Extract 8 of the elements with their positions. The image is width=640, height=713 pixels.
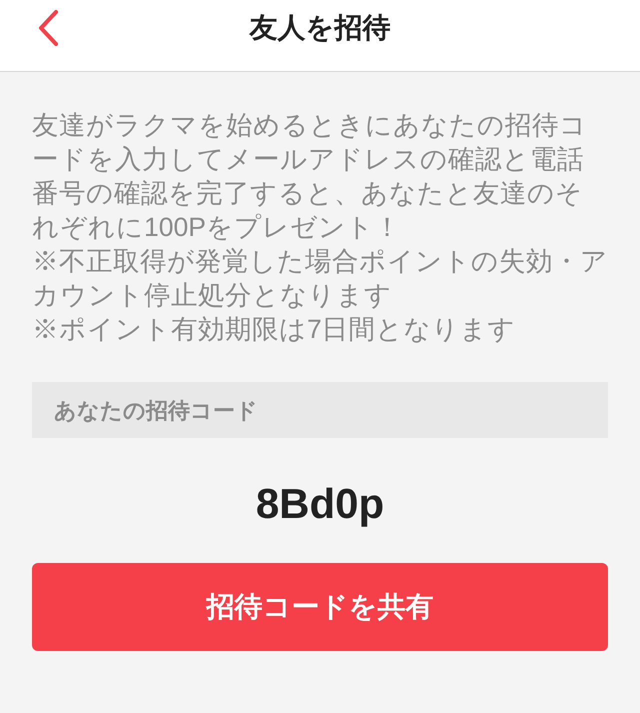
description-text: ※ポイント有効期限は7日間となります	[32, 313, 517, 346]
invitation-code: 8Bd0p	[256, 479, 384, 529]
code-label: あなたの招待コード	[54, 396, 258, 424]
chevron-left-icon	[37, 10, 59, 46]
page-title: 友人を招待	[250, 10, 390, 44]
description-text: ※不正取得が発覚した場合ポイントの失効・アカウント停止処分となります	[32, 245, 608, 312]
description-text: 友達がラクマを始めるときにあなたの招待コードを入力してメールアドレスの確認と電話番号の確認を完了すると、あなたと友達のそれぞれに100Pをプレゼント！	[32, 109, 588, 244]
share-code-button[interactable]: 招待コードを共有	[32, 563, 608, 651]
